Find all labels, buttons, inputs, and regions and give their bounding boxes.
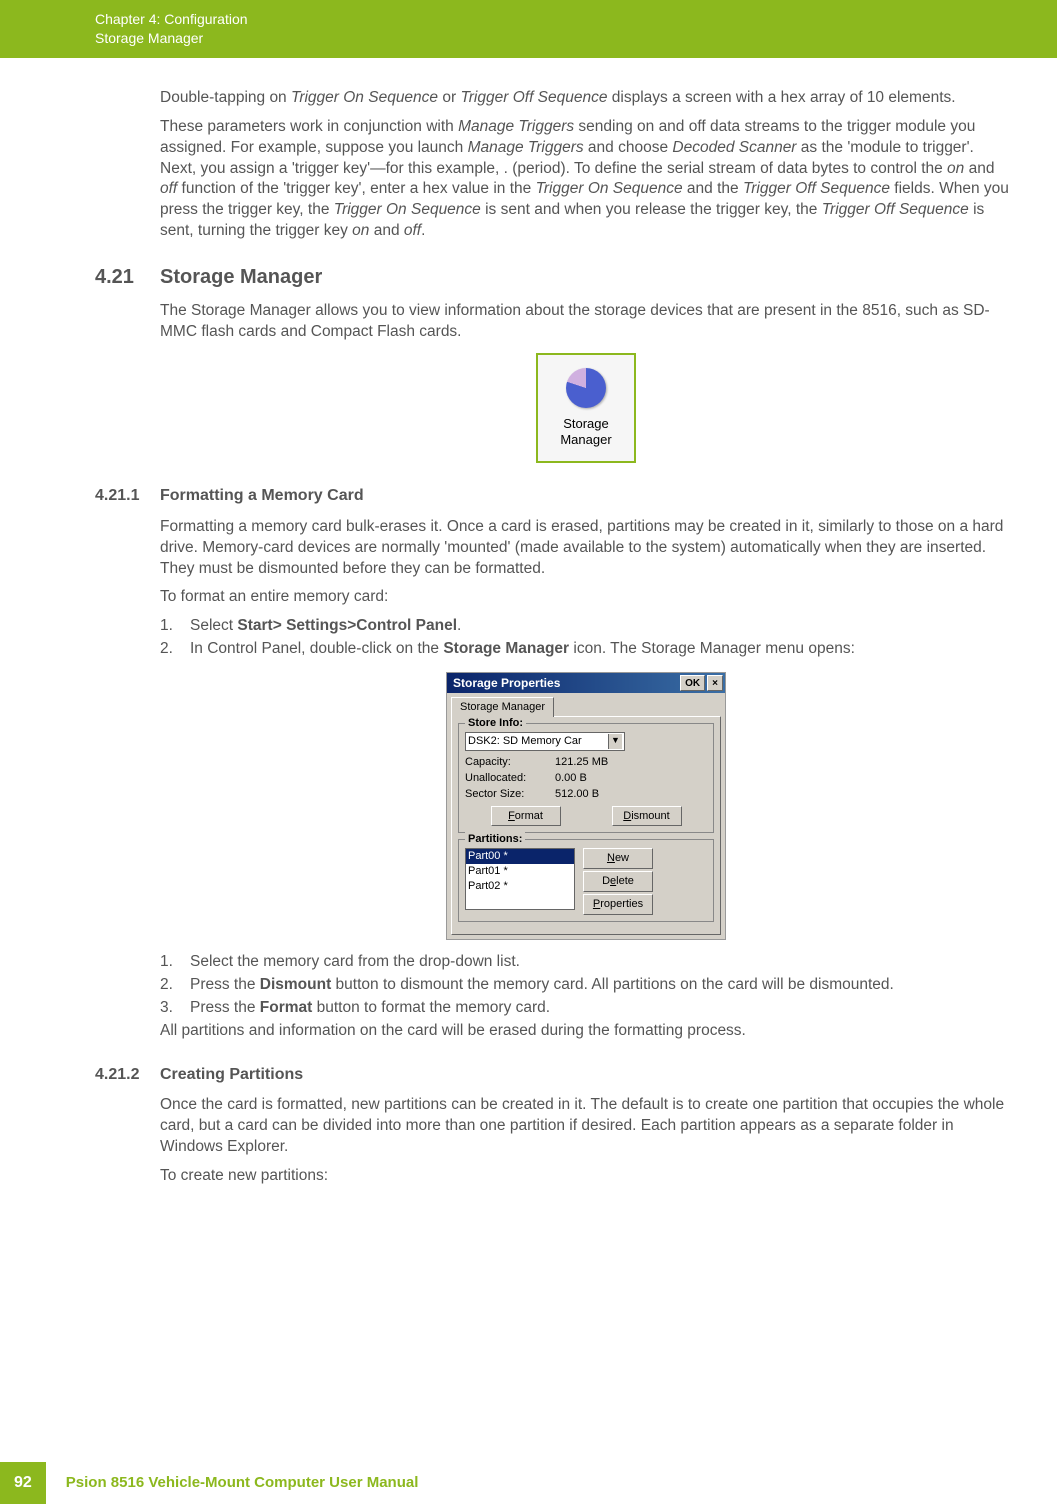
format-button[interactable]: Format (491, 806, 561, 827)
footer-title: Psion 8516 Vehicle-Mount Computer User M… (46, 1473, 419, 1493)
group-label: Store Info: (465, 716, 526, 731)
s4211-p1: Formatting a memory card bulk-erases it.… (160, 517, 1012, 580)
dialog-titlebar: Storage Properties OK × (447, 673, 725, 693)
properties-button[interactable]: Properties (583, 894, 653, 915)
s4211-p2: To format an entire memory card: (160, 587, 1012, 608)
s4211-body: Formatting a memory card bulk-erases it.… (160, 517, 1012, 1042)
section-4-21: 4.21 Storage Manager (95, 264, 1012, 291)
s4211-p3: All partitions and information on the ca… (160, 1021, 1012, 1042)
unallocated-row: Unallocated: 0.00 B (465, 771, 707, 786)
dialog-title: Storage Properties (453, 675, 678, 691)
s4212-body: Once the card is formatted, new partitio… (160, 1095, 1012, 1187)
s4211-list1: 1. Select Start> Settings>Control Panel.… (160, 616, 1012, 660)
section-num: 4.21 (95, 264, 160, 291)
list-item: 1. Select the memory card from the drop-… (160, 952, 1012, 973)
dialog-body: Storage Manager Store Info: DSK2: SD Mem… (447, 693, 725, 939)
tab-storage-manager[interactable]: Storage Manager (451, 697, 554, 717)
list-item[interactable]: Part02 * (466, 879, 574, 894)
s4212-p1: Once the card is formatted, new partitio… (160, 1095, 1012, 1158)
header-chapter: Chapter 4: Configuration (95, 10, 1057, 29)
intro-p1: Double-tapping on Trigger On Sequence or… (160, 88, 1012, 109)
new-button[interactable]: New (583, 848, 653, 869)
s4212-p2: To create new partitions: (160, 1166, 1012, 1187)
intro-p2: These parameters work in conjunction wit… (160, 117, 1012, 243)
sector-size-row: Sector Size: 512.00 B (465, 787, 707, 802)
chevron-down-icon: ▼ (608, 734, 622, 749)
partitions-group: Partitions: Part00 * Part01 * Part02 * N… (458, 839, 714, 922)
storage-properties-dialog: Storage Properties OK × Storage Manager … (446, 672, 726, 940)
tab-panel: Store Info: DSK2: SD Memory Car ▼ Capaci… (451, 716, 721, 935)
list-item: 2. Press the Dismount button to dismount… (160, 975, 1012, 996)
subsection-num: 4.21.1 (95, 485, 160, 507)
page-content: Double-tapping on Trigger On Sequence or… (0, 58, 1057, 1187)
store-buttons: Format Dismount (465, 806, 707, 827)
page-header: Chapter 4: Configuration Storage Manager (0, 0, 1057, 58)
ok-button[interactable]: OK (680, 675, 705, 691)
close-button[interactable]: × (707, 675, 723, 691)
partition-buttons: New Delete Properties (583, 848, 653, 915)
list-item: 3. Press the Format button to format the… (160, 998, 1012, 1019)
list-item[interactable]: Part01 * (466, 864, 574, 879)
page-footer: 92 Psion 8516 Vehicle-Mount Computer Use… (0, 1462, 1057, 1504)
storage-manager-icon-box: Storage Manager (536, 353, 636, 463)
s421-p1: The Storage Manager allows you to view i… (160, 301, 1012, 343)
s4211-list2: 1. Select the memory card from the drop-… (160, 952, 1012, 1019)
subsection-title: Creating Partitions (160, 1064, 303, 1086)
section-4-21-1: 4.21.1 Formatting a Memory Card (95, 485, 1012, 507)
page-number: 92 (0, 1462, 46, 1504)
delete-button[interactable]: Delete (583, 871, 653, 892)
subsection-num: 4.21.2 (95, 1064, 160, 1086)
list-item[interactable]: Part00 * (466, 849, 574, 864)
group-label: Partitions: (465, 832, 525, 847)
dropdown-value: DSK2: SD Memory Car (468, 734, 582, 749)
capacity-row: Capacity: 121.25 MB (465, 755, 707, 770)
section-4-21-2: 4.21.2 Creating Partitions (95, 1064, 1012, 1086)
intro-block: Double-tapping on Trigger On Sequence or… (160, 88, 1012, 242)
list-item: 2. In Control Panel, double-click on the… (160, 639, 1012, 660)
icon-label: Storage Manager (560, 416, 611, 447)
s421-body: The Storage Manager allows you to view i… (160, 301, 1012, 463)
partition-listbox[interactable]: Part00 * Part01 * Part02 * (465, 848, 575, 910)
store-info-group: Store Info: DSK2: SD Memory Car ▼ Capaci… (458, 723, 714, 833)
dismount-button[interactable]: Dismount (612, 806, 682, 827)
header-section: Storage Manager (95, 29, 1057, 48)
list-item: 1. Select Start> Settings>Control Panel. (160, 616, 1012, 637)
disk-dropdown[interactable]: DSK2: SD Memory Car ▼ (465, 732, 625, 751)
section-title: Storage Manager (160, 264, 322, 291)
subsection-title: Formatting a Memory Card (160, 485, 364, 507)
pie-chart-icon (566, 368, 606, 408)
